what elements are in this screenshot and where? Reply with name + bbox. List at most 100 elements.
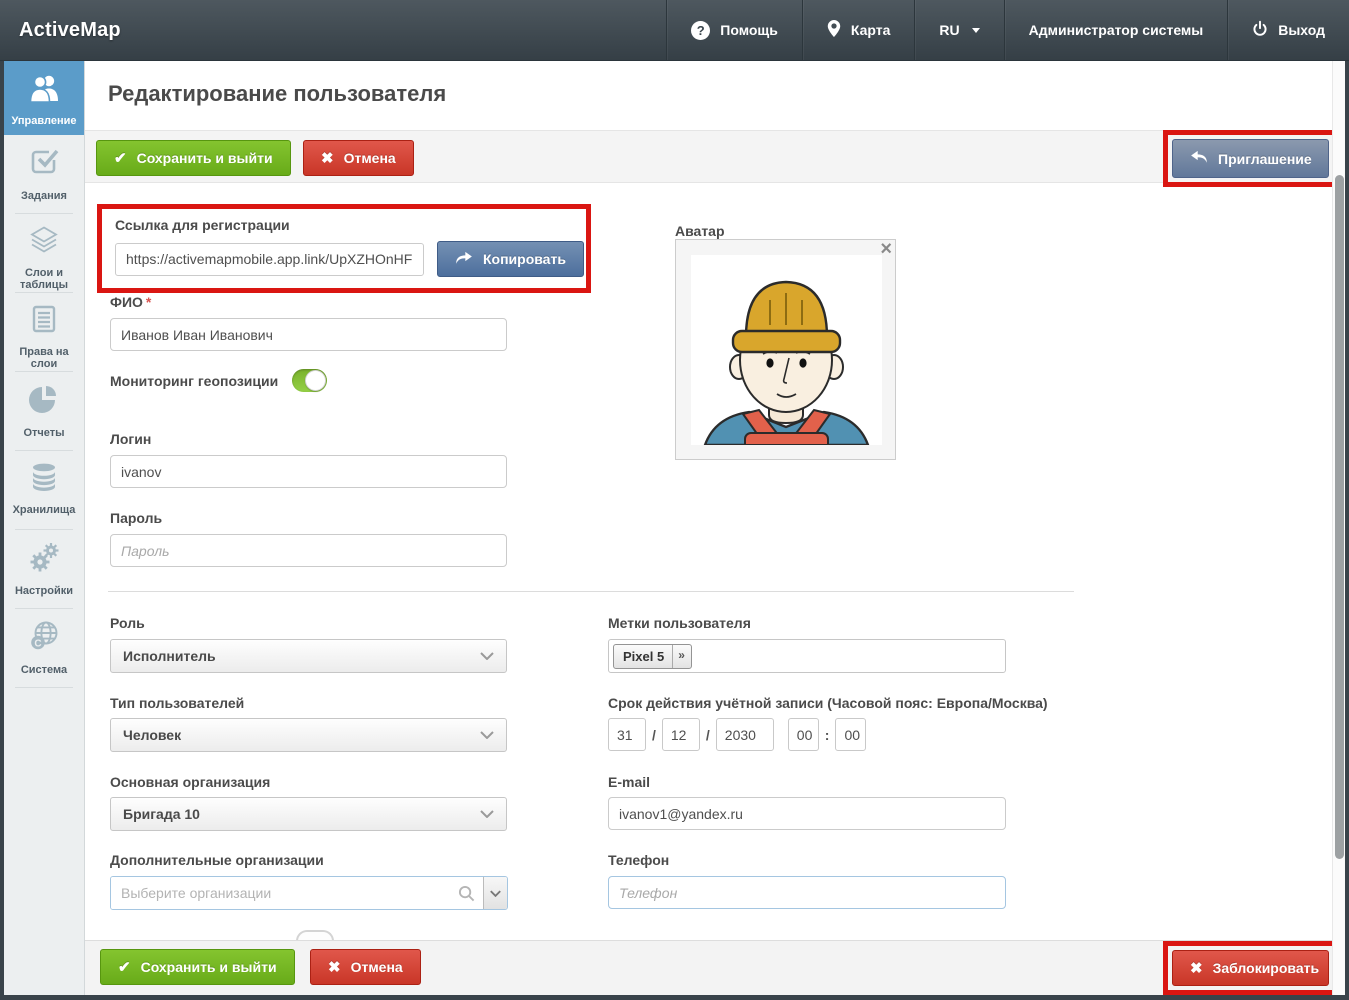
- user-tag-text: Pixel 5: [614, 645, 672, 668]
- cancel-label: Отмена: [351, 959, 403, 975]
- invitation-label: Приглашение: [1218, 151, 1312, 167]
- sidebar-item-label: Задания: [19, 190, 69, 202]
- registration-link-label: Ссылка для регистрации: [115, 217, 586, 233]
- email-input[interactable]: [608, 797, 1006, 830]
- page-title: Редактирование пользователя: [108, 81, 446, 107]
- chevron-down-icon: [480, 731, 494, 739]
- date-separator: /: [646, 727, 662, 743]
- expiry-month-input[interactable]: [662, 718, 700, 751]
- cross-icon: ✖: [328, 958, 341, 976]
- vertical-scrollbar[interactable]: [1332, 61, 1345, 995]
- time-separator: :: [819, 727, 836, 743]
- cancel-label: Отмена: [344, 150, 396, 166]
- expiry-day-input[interactable]: [608, 718, 646, 751]
- geo-monitoring-toggle[interactable]: [292, 369, 327, 392]
- avatar-image: [691, 255, 882, 445]
- tag-expand-icon[interactable]: »: [672, 645, 691, 668]
- expiry-hours-input[interactable]: [788, 718, 819, 751]
- sidebar-item-layers[interactable]: Слои и таблицы: [4, 214, 84, 293]
- save-exit-button-bottom[interactable]: ✔ Сохранить и выйти: [100, 949, 295, 985]
- cancel-button-top[interactable]: ✖ Отмена: [303, 140, 414, 176]
- chevron-down-icon: [480, 652, 494, 660]
- language-menu-item[interactable]: RU: [914, 0, 1003, 60]
- save-exit-button-top[interactable]: ✔ Сохранить и выйти: [96, 140, 291, 176]
- sidebar: Управление Задания Слои и таблицы Права …: [4, 61, 85, 995]
- save-exit-label: Сохранить и выйти: [137, 150, 273, 166]
- user-tags-field[interactable]: Pixel 5 »: [608, 639, 1006, 673]
- sidebar-item-settings[interactable]: Настройки: [4, 530, 84, 609]
- main-org-select[interactable]: Бригада 10: [110, 797, 507, 831]
- full-name-label: ФИО*: [110, 294, 151, 310]
- cancel-button-bottom[interactable]: ✖ Отмена: [310, 949, 421, 985]
- current-user-menu-item[interactable]: Администратор системы: [1004, 0, 1228, 60]
- help-icon: ?: [691, 21, 710, 40]
- registration-link-input[interactable]: [115, 243, 424, 276]
- cross-icon: ✖: [1190, 959, 1203, 977]
- settings-icon: [27, 541, 61, 578]
- map-menu-item[interactable]: Карта: [802, 0, 915, 60]
- phone-label: Телефон: [608, 852, 669, 868]
- sidebar-item-management[interactable]: Управление: [4, 61, 84, 135]
- role-select[interactable]: Исполнитель: [110, 639, 507, 673]
- extra-orgs-dropdown-button[interactable]: [483, 877, 507, 909]
- logout-label: Выход: [1278, 22, 1325, 38]
- save-exit-label: Сохранить и выйти: [141, 959, 277, 975]
- topnav: ? Помощь Карта RU Администратор системы …: [666, 0, 1349, 60]
- user-type-value: Человек: [123, 727, 181, 743]
- reports-icon: [28, 383, 60, 420]
- login-input[interactable]: [110, 455, 507, 488]
- extra-orgs-field: [110, 876, 508, 910]
- main-org-value: Бригада 10: [123, 806, 200, 822]
- chevron-down-icon: [490, 890, 501, 897]
- extra-orgs-input[interactable]: [111, 877, 458, 909]
- expiry-year-input[interactable]: [716, 718, 774, 751]
- required-mark: *: [146, 294, 151, 310]
- geo-monitoring-label: Мониторинг геопозиции: [110, 373, 278, 389]
- date-separator: /: [700, 727, 716, 743]
- power-icon: [1252, 20, 1268, 40]
- user-tags-label: Метки пользователя: [608, 615, 751, 631]
- sidebar-item-label: Хранилища: [11, 504, 78, 516]
- search-icon: [458, 877, 483, 909]
- avatar: ×: [675, 239, 896, 460]
- role-value: Исполнитель: [123, 648, 216, 664]
- expiry-minutes-input[interactable]: [835, 718, 866, 751]
- expiry-label: Срок действия учётной записи (Часовой по…: [608, 695, 1048, 711]
- user-tag[interactable]: Pixel 5 »: [613, 644, 692, 669]
- avatar-label: Аватар: [675, 223, 725, 239]
- cross-icon: ✖: [321, 149, 334, 167]
- sidebar-item-label: Настройки: [13, 585, 75, 597]
- logout-menu-item[interactable]: Выход: [1227, 0, 1349, 60]
- sidebar-item-label: Отчеты: [21, 427, 66, 439]
- help-menu-item[interactable]: ? Помощь: [666, 0, 802, 60]
- phone-input[interactable]: [608, 876, 1006, 909]
- app-logo: ActiveMap: [0, 19, 121, 42]
- sidebar-item-storage[interactable]: Хранилища: [4, 451, 84, 530]
- password-input[interactable]: [110, 534, 507, 567]
- invite-highlight-box: Приглашение: [1163, 130, 1338, 187]
- language-label: RU: [939, 22, 959, 38]
- sidebar-item-label: Слои и таблицы: [4, 267, 84, 291]
- section-divider: [108, 591, 1074, 592]
- system-icon: C: [27, 620, 61, 657]
- scrollbar-thumb[interactable]: [1335, 175, 1344, 859]
- sidebar-item-layer-rights[interactable]: Права на слои: [4, 293, 84, 372]
- sidebar-item-reports[interactable]: Отчеты: [4, 372, 84, 451]
- invitation-button[interactable]: Приглашение: [1172, 139, 1329, 178]
- sidebar-item-label: Система: [19, 664, 69, 676]
- tasks-icon: [28, 146, 60, 183]
- copy-link-label: Копировать: [483, 251, 566, 267]
- sidebar-item-system[interactable]: C Система: [4, 609, 84, 688]
- main-org-label: Основная организация: [110, 774, 270, 790]
- reply-arrow-icon: [1190, 150, 1208, 167]
- sidebar-item-tasks[interactable]: Задания: [4, 135, 84, 214]
- extra-orgs-label: Дополнительные организации: [110, 852, 324, 868]
- block-user-button[interactable]: ✖ Заблокировать: [1172, 950, 1329, 986]
- toggle-knob: [305, 370, 326, 391]
- current-user-label: Администратор системы: [1029, 22, 1204, 38]
- copy-link-button[interactable]: Копировать: [437, 241, 584, 277]
- full-name-input[interactable]: [110, 318, 507, 351]
- user-type-select[interactable]: Человек: [110, 718, 507, 752]
- login-label: Логин: [110, 431, 151, 447]
- close-icon[interactable]: ×: [880, 239, 892, 259]
